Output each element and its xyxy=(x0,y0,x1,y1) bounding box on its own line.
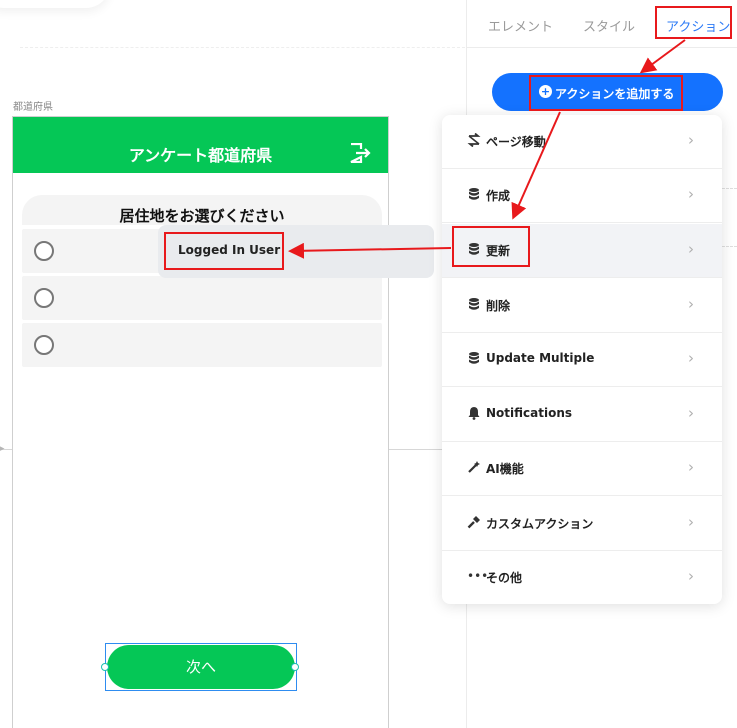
menu-item-label: ページ移動 xyxy=(486,135,546,149)
menu-item-other[interactable]: ••• その他 › xyxy=(442,551,722,604)
phone-screen[interactable]: アンケート都道府県 居住地をお選びください 次へ xyxy=(12,116,389,728)
more-dots-icon: ••• xyxy=(467,569,489,583)
bell-icon xyxy=(468,407,480,420)
resize-handle-right[interactable] xyxy=(291,663,299,671)
selection-outline xyxy=(105,643,297,691)
radio-option[interactable] xyxy=(22,323,382,367)
resize-handle-left[interactable] xyxy=(101,663,109,671)
menu-item-delete[interactable]: 削除 › xyxy=(442,279,722,333)
chevron-right-icon: › xyxy=(688,349,694,367)
tabs-divider xyxy=(467,47,737,48)
page-transition-icon xyxy=(467,133,481,147)
question-title: 居住地をお選びください xyxy=(119,207,285,225)
chevron-right-icon: › xyxy=(688,295,694,313)
menu-item-label: その他 xyxy=(486,571,523,585)
chevron-right-icon: › xyxy=(688,458,694,476)
tab-element[interactable]: エレメント xyxy=(488,16,553,35)
panel-dashed-guide xyxy=(722,246,737,247)
radio-button[interactable] xyxy=(34,241,54,261)
annotation-box-update-item xyxy=(452,226,530,267)
logout-icon[interactable] xyxy=(349,143,371,163)
menu-item-label: 削除 xyxy=(486,299,511,313)
annotation-box-logged-in-user xyxy=(164,232,284,270)
chevron-right-icon: › xyxy=(688,404,694,422)
menu-item-label: AI機能 xyxy=(486,462,524,476)
database-icon xyxy=(469,352,479,364)
menu-item-create[interactable]: 作成 › xyxy=(442,169,722,223)
chevron-right-icon: › xyxy=(688,567,694,585)
hammer-icon xyxy=(467,516,480,529)
database-icon xyxy=(469,188,479,200)
database-icon xyxy=(469,298,479,310)
radio-button[interactable] xyxy=(34,335,54,355)
screen-frame-label[interactable]: 都道府県 xyxy=(13,98,53,113)
menu-item-notifications[interactable]: Notifications › xyxy=(442,388,722,442)
magic-wand-icon xyxy=(468,461,480,473)
top-left-panel-edge xyxy=(0,0,110,8)
menu-item-page-transition[interactable]: ページ移動 › xyxy=(442,115,722,169)
app-header-title: アンケート都道府県 xyxy=(128,146,273,165)
action-type-menu: ページ移動 › 作成 › 更新 › 削除 › Update Multiple ›… xyxy=(442,115,722,604)
menu-item-label: カスタムアクション xyxy=(486,517,594,531)
chevron-right-icon: › xyxy=(688,131,694,149)
menu-item-label: 作成 xyxy=(486,189,511,203)
chevron-right-icon: › xyxy=(688,240,694,258)
canvas-dashed-guide xyxy=(20,47,465,48)
chevron-right-icon: › xyxy=(688,185,694,203)
tab-style[interactable]: スタイル xyxy=(583,16,635,35)
connector-arrow-icon: ▸ xyxy=(0,444,5,454)
menu-item-label: Notifications xyxy=(486,406,573,420)
menu-item-update-multiple[interactable]: Update Multiple › xyxy=(442,333,722,387)
radio-option[interactable] xyxy=(22,276,382,320)
menu-item-ai[interactable]: AI機能 › xyxy=(442,442,722,496)
annotation-box-add-action xyxy=(529,75,683,111)
annotation-box-action-tab xyxy=(655,6,732,39)
menu-item-label: Update Multiple xyxy=(486,351,595,365)
panel-dashed-guide xyxy=(722,188,737,189)
editor-canvas: ▸ 都道府県 アンケート都道府県 居住地をお選びください 次へ Logged I… xyxy=(0,0,737,728)
chevron-right-icon: › xyxy=(688,513,694,531)
menu-item-custom-action[interactable]: カスタムアクション › xyxy=(442,497,722,551)
radio-button[interactable] xyxy=(34,288,54,308)
